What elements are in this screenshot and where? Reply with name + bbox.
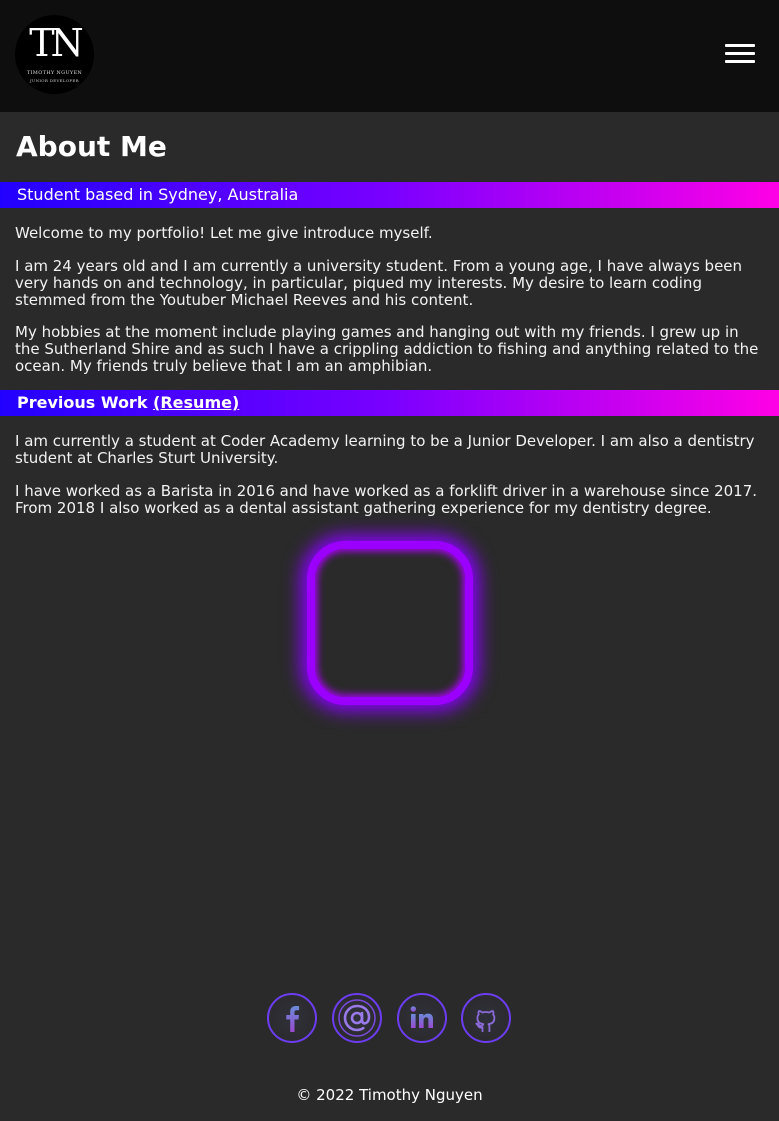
- copyright-footer: © 2022 Timothy Nguyen: [296, 1086, 483, 1104]
- profile-photo-frame: [307, 541, 473, 705]
- facebook-icon: [286, 1006, 300, 1032]
- hamburger-menu-icon[interactable]: [725, 44, 755, 64]
- about-paragraph: I am 24 years old and I am currently a u…: [15, 257, 743, 309]
- logo[interactable]: TN TIMOTHY NGUYEN JUNIOR DEVELOPER: [15, 15, 94, 94]
- linkedin-link[interactable]: [397, 993, 447, 1043]
- logo-name: TIMOTHY NGUYEN: [26, 70, 83, 76]
- resume-link[interactable]: (Resume): [153, 393, 239, 412]
- about-paragraph: Welcome to my portfolio! Let me give int…: [15, 224, 433, 242]
- github-icon: [475, 1010, 496, 1032]
- email-link[interactable]: [332, 993, 382, 1043]
- work-paragraph: I am currently a student at Coder Academ…: [15, 432, 755, 467]
- previous-work-label: Previous Work: [17, 393, 148, 412]
- logo-monogram: TN: [29, 21, 84, 65]
- page-title: About Me: [16, 130, 167, 163]
- github-link[interactable]: [461, 993, 511, 1043]
- location-banner: Student based in Sydney, Australia: [0, 182, 779, 208]
- previous-work-banner: Previous Work (Resume): [0, 390, 779, 416]
- email-icon: [338, 999, 376, 1037]
- facebook-link[interactable]: [267, 993, 317, 1043]
- about-paragraph: My hobbies at the moment include playing…: [15, 323, 759, 375]
- site-header: TN TIMOTHY NGUYEN JUNIOR DEVELOPER: [0, 0, 779, 112]
- linkedin-icon: [410, 1006, 433, 1028]
- work-paragraph: I have worked as a Barista in 2016 and h…: [15, 482, 758, 517]
- logo-tagline: JUNIOR DEVELOPER: [30, 78, 79, 83]
